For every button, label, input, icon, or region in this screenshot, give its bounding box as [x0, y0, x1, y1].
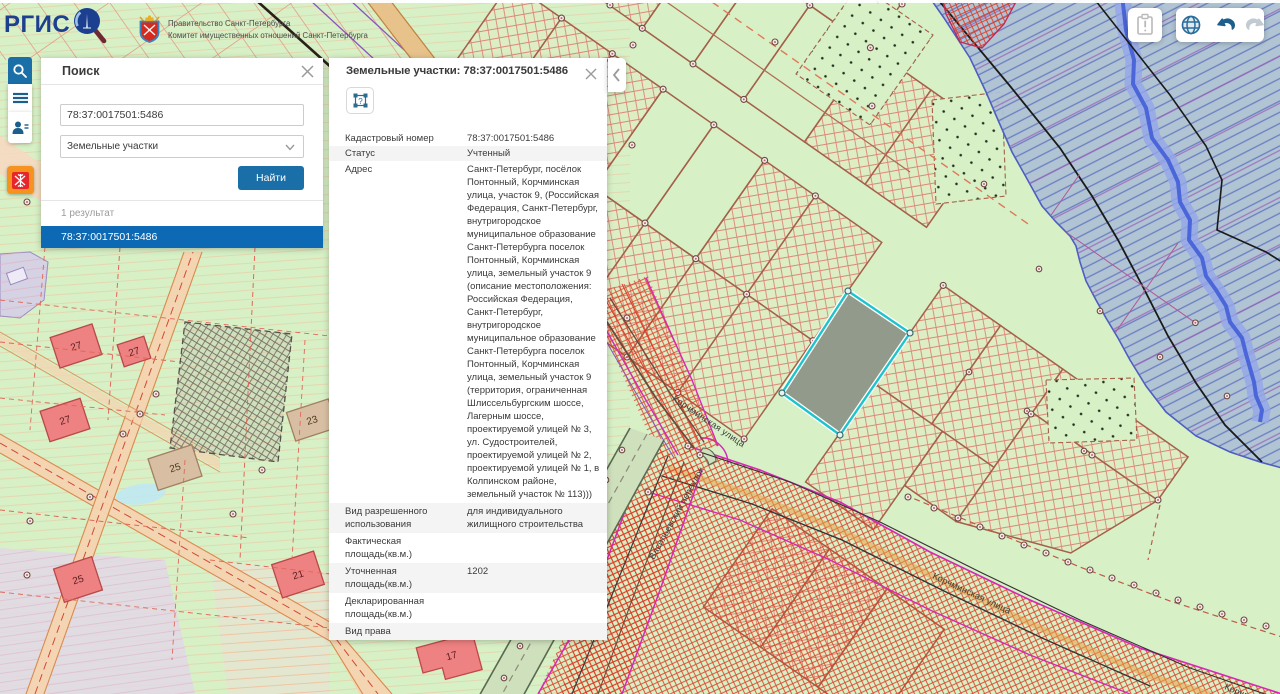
svg-text:?: ? [358, 97, 363, 106]
